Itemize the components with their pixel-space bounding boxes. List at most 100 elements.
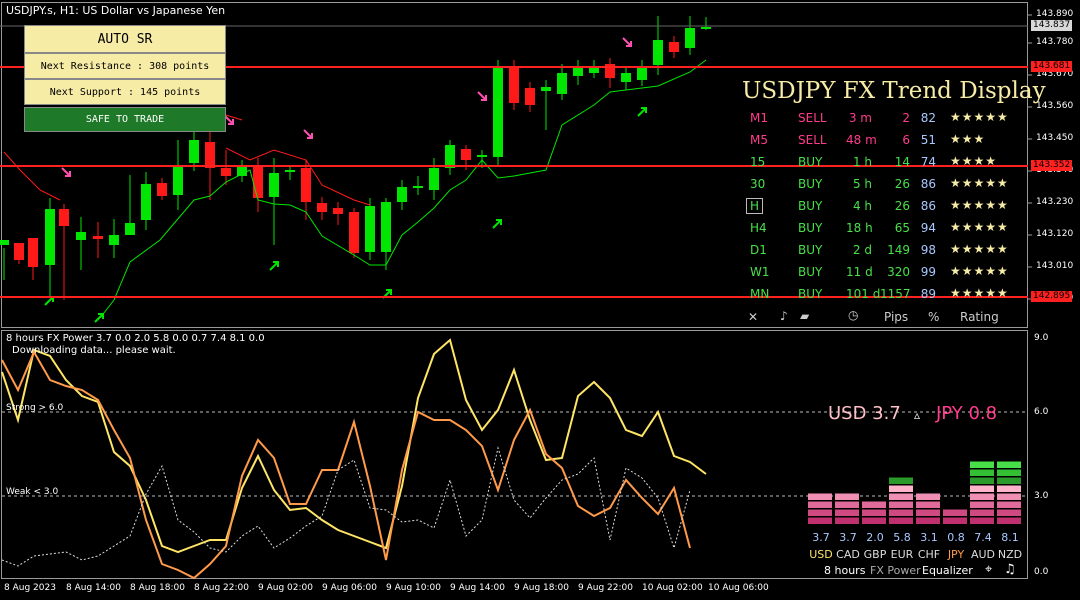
time-axis-label: 9 Aug 18:00 (514, 583, 569, 593)
equalizer-segment (997, 493, 1021, 500)
sound-icon[interactable]: ♪ (780, 309, 788, 323)
candle-body (493, 67, 503, 157)
currency-name-label[interactable]: JPY (943, 548, 969, 561)
candle-body (349, 212, 359, 253)
time-axis-label: 9 Aug 02:00 (258, 583, 313, 593)
candle-body (333, 208, 343, 214)
time-axis-label: 8 Aug 14:00 (66, 583, 121, 593)
rating-column-header: Rating (960, 310, 999, 324)
trend-row-timeframe[interactable]: MN (750, 287, 769, 301)
sound-toggle-icon[interactable]: ♫ (1004, 562, 1016, 577)
trend-row-direction: BUY (798, 177, 823, 191)
safe-to-trade-badge: SAFE TO TRADE (24, 107, 226, 132)
trend-row-timeframe[interactable]: H (746, 198, 764, 214)
trend-row-direction: BUY (798, 221, 823, 235)
candle-body (109, 235, 119, 245)
chart-icon[interactable]: ▰ (800, 309, 809, 323)
time-axis-label: 9 Aug 14:00 (450, 583, 505, 593)
candle-body (285, 170, 295, 172)
trend-row-direction: BUY (798, 287, 823, 301)
candle-body (397, 187, 407, 202)
trend-row-rating-stars: ★★★★★ (950, 242, 1009, 256)
candle-body (317, 203, 327, 212)
currency-name-label[interactable]: USD (808, 548, 834, 561)
trend-row-direction: BUY (798, 265, 823, 279)
strong-level-label: Strong > 6.0 (6, 403, 64, 413)
trend-row-time: 101 d (846, 287, 881, 301)
equalizer-segment (835, 509, 859, 516)
candle-body (125, 223, 135, 235)
equalizer-segment (997, 461, 1021, 468)
crosshair-icon[interactable]: ⌖ (985, 562, 992, 577)
currency-strength-value: 2.0 (866, 531, 884, 544)
indicator-title: 8 hours FX Power 3.7 0.0 2.0 5.8 0.0 0.7… (6, 333, 265, 344)
currency-strength-value: 7.4 (974, 531, 992, 544)
candle-body (637, 67, 647, 80)
close-icon[interactable]: ✕ (748, 310, 758, 324)
candle-body (0, 240, 9, 245)
equalizer-segment (970, 469, 994, 476)
equalizer-segment (862, 501, 886, 508)
currency-name-label[interactable]: NZD (997, 548, 1023, 561)
trend-row-direction: BUY (798, 155, 823, 169)
trend-row-pips: 26 (894, 177, 910, 191)
currency-strength-value: 3.7 (812, 531, 830, 544)
candle-body (173, 166, 183, 195)
trend-row-time: 2 d (852, 243, 872, 257)
currency-strength-value: 3.7 (839, 531, 857, 544)
candle-body (557, 73, 567, 94)
trend-row-timeframe[interactable]: H4 (750, 221, 767, 235)
trend-row-pips: 6 (902, 133, 910, 147)
currency-strength-value: 3.1 (920, 531, 938, 544)
trend-row-pips: 2 (902, 111, 910, 125)
pair-base-strength: USD 3.7 (828, 403, 901, 424)
auto-sr-button[interactable]: AUTO SR (24, 25, 226, 53)
equalizer-segment (970, 485, 994, 492)
trend-row-percent: 94 (920, 221, 936, 235)
trend-row-percent: 82 (920, 111, 936, 125)
candle-body (141, 184, 151, 220)
currency-strength-value: 0.8 (947, 531, 965, 544)
equalizer-segment (997, 477, 1021, 484)
trend-row-timeframe[interactable]: M1 (750, 111, 768, 125)
currency-name-label[interactable]: EUR (889, 548, 915, 561)
currency-name-label[interactable]: CAD (835, 548, 861, 561)
currency-name-label[interactable]: GBP (862, 548, 888, 561)
next-resistance-label: Next Resistance : 308 points (24, 53, 226, 79)
trend-row-pips: 65 (894, 221, 910, 235)
equalizer-segment (997, 485, 1021, 492)
candle-body (76, 232, 86, 240)
equalizer-segment (808, 493, 832, 500)
trend-row-timeframe[interactable]: 30 (750, 177, 765, 191)
time-axis-label: 8 Aug 2023 (4, 583, 56, 593)
trend-row-time: 4 h (852, 199, 872, 213)
trend-row-percent: 89 (920, 287, 936, 301)
candle-body (45, 209, 55, 265)
trend-row-rating-stars: ★★★★★ (950, 198, 1009, 212)
currency-name-label[interactable]: AUD (970, 548, 996, 561)
price-tick-label: 143.890 (1036, 9, 1074, 19)
candle-body (413, 186, 423, 188)
trend-row-pips: 1157 (880, 287, 911, 301)
equalizer-segment (970, 493, 994, 500)
equalizer-segment (889, 509, 913, 516)
clock-icon: ◷ (848, 308, 859, 322)
trend-row-timeframe[interactable]: D1 (750, 243, 767, 257)
currency-name-label[interactable]: CHF (916, 548, 942, 561)
trend-row-time: 48 m (846, 133, 877, 147)
equalizer-segment (970, 501, 994, 508)
equalizer-segment (808, 517, 832, 524)
time-axis-label: 9 Aug 22:00 (578, 583, 633, 593)
candle-body (14, 243, 24, 260)
equalizer-segment (916, 493, 940, 500)
trend-row-rating-stars: ★★★★★ (950, 176, 1009, 190)
candle-body (301, 168, 311, 202)
candle-body (269, 173, 279, 197)
candle-body (525, 88, 535, 105)
indicator-tick-label: 0.0 (1034, 567, 1049, 577)
trend-row-timeframe[interactable]: M5 (750, 133, 768, 147)
equalizer-segment (997, 517, 1021, 524)
trend-row-timeframe[interactable]: 15 (750, 155, 765, 169)
equalizer-segment (916, 501, 940, 508)
trend-row-timeframe[interactable]: W1 (750, 265, 770, 279)
